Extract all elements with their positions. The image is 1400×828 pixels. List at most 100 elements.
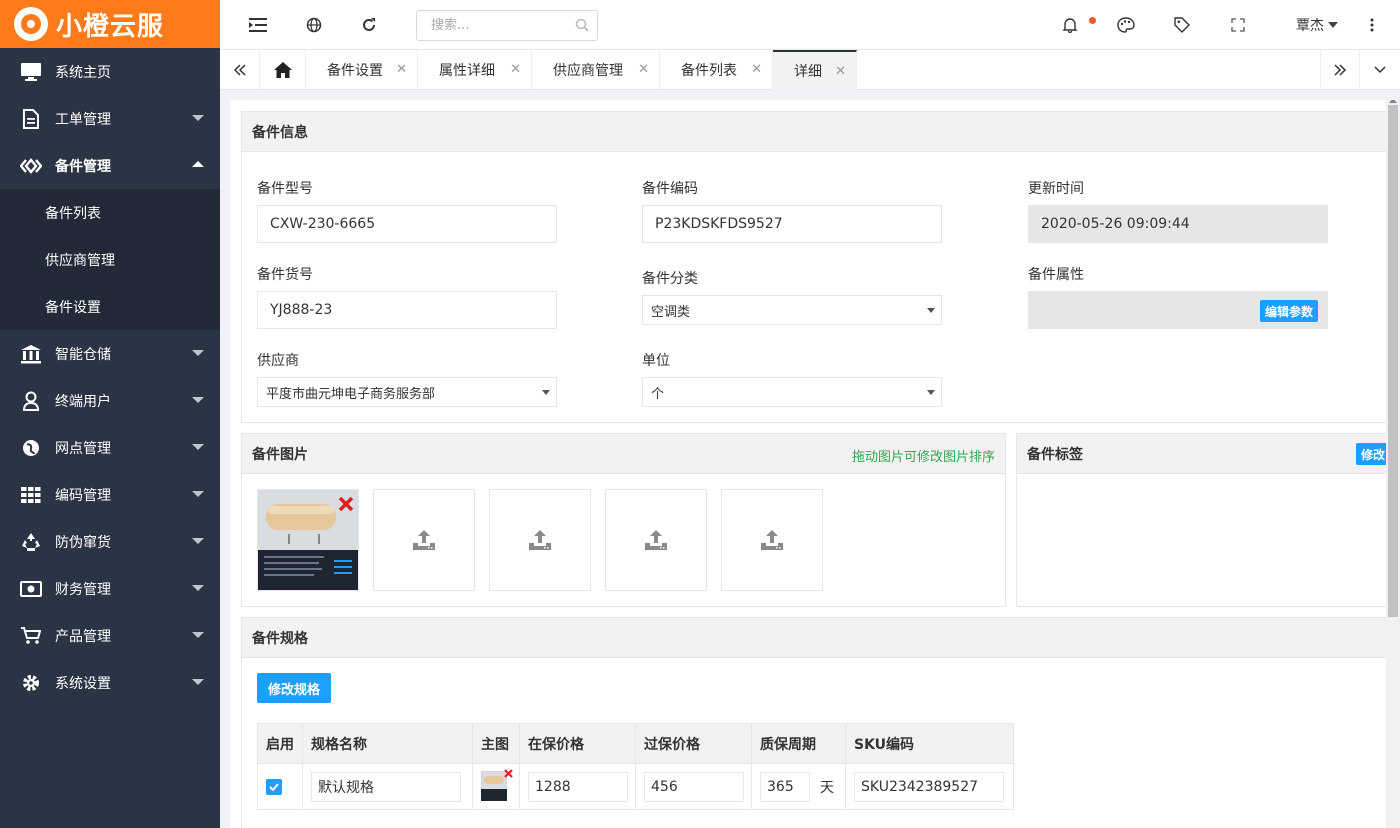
unit-value: 个 xyxy=(651,386,665,402)
edit-spec-button[interactable]: 修改规格 xyxy=(257,673,332,703)
tabs-menu-chevron-icon[interactable] xyxy=(1360,50,1400,90)
tab-parts-settings[interactable]: 备件设置 ✕ xyxy=(306,50,418,90)
column-header: 在保价格 xyxy=(519,723,636,764)
close-icon[interactable]: ✕ xyxy=(751,62,762,77)
fullscreen-icon[interactable] xyxy=(1226,13,1250,37)
submenu-item-supplier[interactable]: 供应商管理 xyxy=(0,236,220,283)
tabs-scroll-left-icon[interactable] xyxy=(220,50,260,90)
code-field[interactable]: P23KDSKFDS9527 xyxy=(642,205,942,243)
tab-label: 属性详细 xyxy=(439,63,495,79)
category-select[interactable]: 空调类 xyxy=(642,295,942,325)
upload-slot[interactable] xyxy=(489,489,591,591)
unit-select[interactable]: 个 xyxy=(642,377,942,407)
in-warranty-price-cell: 1288 xyxy=(519,763,636,810)
scrollbar-thumb[interactable] xyxy=(1388,105,1398,617)
delete-image-icon[interactable] xyxy=(504,768,513,778)
sidebar-item-workorder[interactable]: 工单管理 xyxy=(0,95,220,142)
out-warranty-price-input[interactable]: 456 xyxy=(644,771,744,802)
sidebar-item-outlets[interactable]: 网点管理 xyxy=(0,424,220,471)
scroll-up-icon[interactable] xyxy=(1389,100,1397,103)
table-row: 默认规格 1288 456 365 天 SKU2342389527 xyxy=(257,763,1014,810)
user-name: 覃杰 xyxy=(1296,18,1324,34)
refresh-icon[interactable] xyxy=(357,13,381,37)
diamond-nodes-icon xyxy=(20,155,42,177)
user-icon xyxy=(20,390,42,412)
gear-icon xyxy=(20,672,42,694)
sku-cell: SKU2342389527 xyxy=(845,763,1014,810)
close-icon[interactable]: ✕ xyxy=(396,62,407,77)
caret-down-icon xyxy=(927,390,935,395)
brand-logo[interactable]: 小橙云服 xyxy=(0,0,220,48)
parts-images-panel: 备件图片 拖动图片可修改图片排序 xyxy=(241,433,1006,607)
warranty-period-cell: 365 天 xyxy=(751,763,846,810)
spec-image-thumbnail[interactable] xyxy=(481,768,513,801)
parts-spec-panel: 备件规格 修改规格 启用 规格名称 主图 在保价格 过保价格 质保周期 SKU编… xyxy=(241,617,1391,828)
search-box xyxy=(416,10,598,41)
sidebar-item-home[interactable]: 系统主页 xyxy=(0,48,220,95)
table-header-row: 启用 规格名称 主图 在保价格 过保价格 质保周期 SKU编码 xyxy=(257,723,1014,764)
edit-tags-button[interactable]: 修改 xyxy=(1355,443,1390,465)
code-label: 备件编码 xyxy=(642,181,698,197)
menu-fold-icon[interactable] xyxy=(246,13,270,37)
supplier-select[interactable]: 平度市曲元坤电子商务服务部 xyxy=(257,377,557,407)
upload-slot[interactable] xyxy=(373,489,475,591)
palette-icon[interactable] xyxy=(1114,13,1138,37)
tab-detail[interactable]: 详细 ✕ xyxy=(773,50,857,90)
sidebar-item-label: 网点管理 xyxy=(55,440,111,457)
more-vertical-icon[interactable] xyxy=(1360,13,1384,37)
globe-icon[interactable] xyxy=(302,13,326,37)
sidebar-item-anticounterfeit[interactable]: 防伪窜货 xyxy=(0,518,220,565)
sidebar-item-label: 工单管理 xyxy=(55,111,111,128)
warranty-period-input[interactable]: 365 xyxy=(760,771,810,802)
bell-icon[interactable] xyxy=(1058,13,1082,37)
supplier-value: 平度市曲元坤电子商务服务部 xyxy=(266,386,436,402)
sidebar-item-coding[interactable]: 编码管理 xyxy=(0,471,220,518)
panel-head: 备件图片 拖动图片可修改图片排序 xyxy=(242,434,1005,474)
attribute-label: 备件属性 xyxy=(1028,267,1084,283)
sidebar-item-products[interactable]: 产品管理 xyxy=(0,612,220,659)
tab-label: 备件设置 xyxy=(327,63,383,79)
delete-image-icon[interactable] xyxy=(338,496,354,516)
submenu-item-parts-settings[interactable]: 备件设置 xyxy=(0,283,220,330)
close-icon[interactable]: ✕ xyxy=(638,62,649,77)
chevron-down-icon xyxy=(192,397,204,403)
enabled-checkbox[interactable] xyxy=(266,778,282,795)
model-field[interactable]: CXW-230-6665 xyxy=(257,205,557,243)
part-image-thumbnail[interactable] xyxy=(257,489,359,591)
close-icon[interactable]: ✕ xyxy=(835,64,846,79)
unit-label: 单位 xyxy=(642,353,670,369)
sku-input[interactable]: SKU2342389527 xyxy=(854,771,1004,802)
period-unit: 天 xyxy=(820,779,834,796)
sidebar-item-label: 产品管理 xyxy=(55,628,111,645)
edit-params-button[interactable]: 编辑参数 xyxy=(1259,300,1318,322)
close-icon[interactable]: ✕ xyxy=(510,62,521,77)
content-scrollbar[interactable] xyxy=(1386,100,1400,828)
model-label: 备件型号 xyxy=(257,181,313,197)
tab-parts-list[interactable]: 备件列表 ✕ xyxy=(660,50,773,90)
search-input[interactable] xyxy=(417,11,557,40)
item-no-field[interactable]: YJ888-23 xyxy=(257,291,557,329)
sidebar-item-warehouse[interactable]: 智能仓储 xyxy=(0,330,220,377)
sidebar-item-label: 备件管理 xyxy=(55,158,111,175)
upload-slot[interactable] xyxy=(721,489,823,591)
spec-name-input[interactable]: 默认规格 xyxy=(311,771,461,802)
user-menu[interactable]: 覃杰 xyxy=(1296,15,1338,35)
sidebar-item-finance[interactable]: 财务管理 xyxy=(0,565,220,612)
tab-supplier[interactable]: 供应商管理 ✕ xyxy=(532,50,660,90)
tag-icon[interactable] xyxy=(1170,13,1194,37)
home-icon[interactable] xyxy=(260,50,306,90)
upload-slot[interactable] xyxy=(605,489,707,591)
column-header: 质保周期 xyxy=(751,723,846,764)
sidebar-item-endusers[interactable]: 终端用户 xyxy=(0,377,220,424)
attribute-field: 编辑参数 xyxy=(1028,291,1328,329)
search-icon[interactable] xyxy=(575,18,589,36)
sidebar-item-settings[interactable]: 系统设置 xyxy=(0,659,220,706)
tab-attribute-detail[interactable]: 属性详细 ✕ xyxy=(418,50,532,90)
submenu-item-parts-list[interactable]: 备件列表 xyxy=(0,189,220,236)
in-warranty-price-input[interactable]: 1288 xyxy=(528,771,628,802)
tabs-scroll-right-icon[interactable] xyxy=(1320,50,1360,90)
chevron-down-icon xyxy=(192,444,204,450)
chevron-up-icon xyxy=(192,161,204,167)
cart-icon xyxy=(20,625,42,647)
sidebar-item-parts[interactable]: 备件管理 xyxy=(0,142,220,189)
